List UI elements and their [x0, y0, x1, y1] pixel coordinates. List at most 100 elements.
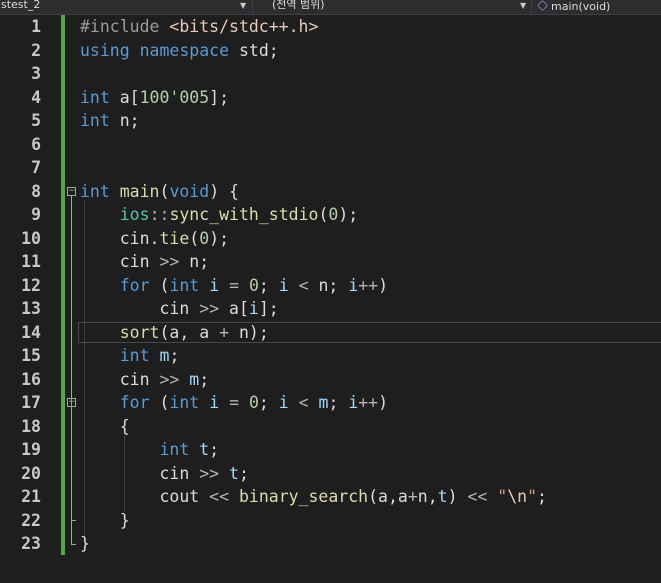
navbar-divider: [252, 0, 253, 14]
code-token: ;: [238, 463, 249, 483]
line-number: 11: [21, 252, 41, 271]
line-number: 8: [31, 181, 41, 201]
scope-dropdown[interactable]: (전역 범위): [272, 0, 512, 14]
code-token: <: [298, 275, 309, 295]
indent-guide: [124, 436, 126, 513]
line-number: 3: [31, 64, 41, 83]
code-line[interactable]: 4 int a[100'005];: [0, 86, 661, 110]
code-token: namespace: [139, 40, 230, 60]
code-token: }: [80, 510, 130, 530]
code-token: <<: [467, 487, 488, 506]
project-dropdown-chevron-icon[interactable]: ▼: [240, 1, 246, 10]
code-token: for: [119, 393, 150, 412]
code-line[interactable]: 6: [0, 133, 661, 157]
code-line[interactable]: 5 int n;: [0, 109, 661, 133]
code-token: 0: [199, 228, 210, 248]
code-editor[interactable]: 1 #include <bits/stdc++.h> 2 using namespac…: [0, 15, 661, 583]
code-token: m: [318, 393, 329, 412]
code-token: =: [229, 393, 239, 412]
code-line[interactable]: 9 ios::sync_with_stdio(0);: [0, 203, 661, 227]
code-token: i: [278, 393, 289, 412]
code-line[interactable]: 11 cin >> n;: [0, 250, 661, 274]
code-token: t: [199, 440, 210, 459]
code-token: ;: [328, 393, 349, 412]
code-line[interactable]: 18 {: [0, 415, 661, 439]
code-token: sync_with_stdio: [169, 205, 319, 224]
code-text: int a[100'005];: [80, 86, 229, 110]
code-line[interactable]: 12 for (int i = 0; i < n; i++): [0, 274, 661, 298]
code-token: ;: [537, 487, 547, 506]
line-number: 1: [31, 17, 41, 36]
code-token: (: [159, 181, 170, 201]
navigation-bar: stest_2 ▼ (전역 범위) ▼ main(void): [0, 0, 661, 15]
code-token: <bits/stdc++.h>: [169, 17, 319, 36]
code-line[interactable]: 21 cout << binary_search(a,a+n,t) << "\n…: [0, 485, 661, 509]
code-token: ;: [258, 275, 279, 295]
code-text: using namespace std;: [80, 39, 279, 63]
code-token: t: [229, 463, 239, 483]
code-text: cout << binary_search(a,a+n,t) << "\n";: [80, 485, 547, 509]
code-token: +: [219, 322, 230, 342]
code-line[interactable]: 14 sort(a, a + n);: [0, 321, 661, 345]
code-text: cin >> m;: [80, 368, 209, 392]
code-token: n;: [179, 252, 210, 271]
code-line[interactable]: 7: [0, 156, 661, 180]
indent-guide: [84, 201, 85, 536]
code-token: ": [497, 487, 508, 506]
project-dropdown[interactable]: stest_2: [1, 0, 233, 14]
code-token: ios: [119, 205, 150, 224]
line-number: 4: [31, 87, 41, 107]
scope-dropdown-chevron-icon[interactable]: ▼: [520, 1, 526, 10]
code-token: n;: [308, 275, 349, 295]
code-line[interactable]: 22 }: [0, 509, 661, 533]
code-token: n;: [109, 111, 140, 130]
line-number: 7: [31, 158, 41, 177]
code-line[interactable]: 19 int t;: [0, 438, 661, 462]
code-line[interactable]: 23}: [0, 532, 661, 556]
code-token: t: [437, 487, 448, 506]
code-line[interactable]: 17 for (int i = 0; i < m; i++): [0, 391, 661, 415]
code-line[interactable]: 3: [0, 62, 661, 86]
collapse-region-icon[interactable]: −: [67, 186, 76, 196]
code-token: ) {: [209, 181, 239, 201]
code-token: cout: [80, 487, 210, 506]
code-token: );: [338, 205, 359, 224]
code-line[interactable]: 10 cin.tie(0);: [0, 227, 661, 251]
code-line[interactable]: 2 using namespace std;: [0, 39, 661, 63]
code-token: );: [209, 228, 230, 248]
code-token: for: [119, 275, 150, 295]
code-token: i: [209, 275, 220, 295]
code-line[interactable]: 16 cin >> m;: [0, 368, 661, 392]
code-token: n,: [417, 487, 438, 506]
code-token: sort: [119, 322, 160, 342]
code-token: i: [248, 299, 259, 318]
code-token: cin: [80, 369, 160, 389]
code-token: m: [189, 369, 200, 389]
code-line[interactable]: 8 int main(void) {: [0, 180, 661, 204]
code-token: a[: [219, 299, 249, 318]
code-line[interactable]: 1 #include <bits/stdc++.h>: [0, 15, 661, 39]
code-line[interactable]: 13 cin >> a[i];: [0, 297, 661, 321]
code-token: ): [378, 393, 389, 412]
code-line[interactable]: 20 cin >> t;: [0, 462, 661, 486]
code-line[interactable]: 15 int m;: [0, 344, 661, 368]
code-token: cin: [80, 252, 160, 271]
collapse-region-icon[interactable]: −: [67, 398, 76, 408]
code-token: int: [119, 346, 150, 365]
code-token: ": [527, 487, 538, 506]
method-icon: [537, 0, 548, 11]
member-dropdown[interactable]: main(void): [537, 0, 661, 14]
code-token: int: [169, 275, 200, 295]
code-token: 0: [328, 205, 339, 224]
code-token: ;: [209, 440, 220, 459]
code-token: cin.: [80, 228, 160, 248]
